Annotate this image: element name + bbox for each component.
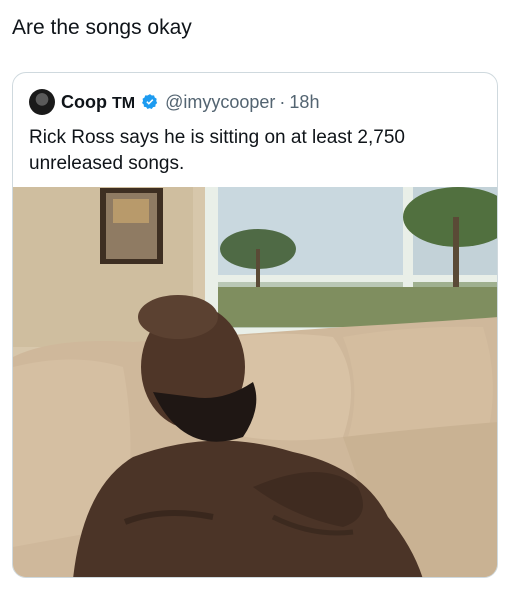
- media-image[interactable]: [13, 187, 498, 578]
- quoted-tweet-card[interactable]: Coop TM @imyycooper · 18h Rick Ross says…: [12, 72, 498, 578]
- couch-cushion-right-shape: [343, 326, 493, 437]
- palm-trunk-right-shape: [453, 217, 459, 287]
- separator-dot: ·: [279, 91, 286, 112]
- man-scalp-highlight-shape: [138, 295, 218, 339]
- palm-trunk-left-shape: [256, 249, 260, 289]
- post-text: Are the songs okay: [12, 16, 192, 39]
- quoted-tweet-text: Rick Ross says he is sitting on at least…: [29, 127, 405, 174]
- picture-detail-shape: [113, 199, 149, 223]
- quoted-tweet-header: Coop TM @imyycooper · 18h: [29, 89, 319, 115]
- timestamp[interactable]: 18h: [289, 92, 319, 113]
- avatar[interactable]: [29, 89, 55, 115]
- author-name[interactable]: Coop TM: [61, 92, 135, 113]
- author-handle[interactable]: @imyycooper: [165, 92, 275, 113]
- verified-badge-icon: [142, 94, 158, 109]
